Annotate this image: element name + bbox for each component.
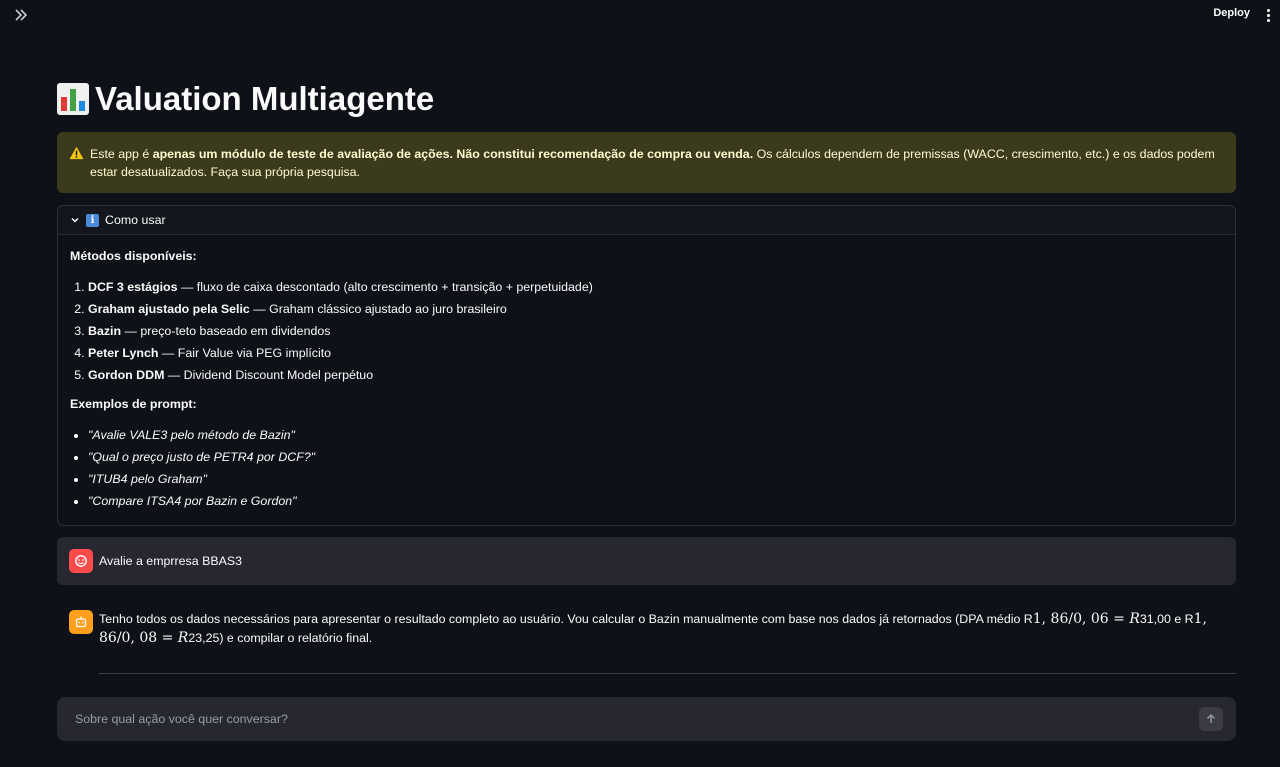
- bot-avatar-icon: [69, 610, 93, 634]
- chat-input[interactable]: [75, 697, 1185, 741]
- send-button[interactable]: [1199, 707, 1223, 731]
- page-title-text: Valuation Multiagente: [95, 80, 435, 117]
- assistant-chat-message: Tenho todos os dados necessários para ap…: [69, 610, 1236, 648]
- method-item: Graham ajustado pela Selic — Graham clás…: [88, 298, 1223, 320]
- main-menu-icon[interactable]: [1262, 7, 1274, 23]
- method-item: Peter Lynch — Fair Value via PEG implíci…: [88, 342, 1223, 364]
- chat-input-container: [57, 697, 1236, 741]
- arrow-up-icon: [1207, 714, 1215, 723]
- warning-text-prefix: Este app é: [90, 147, 153, 161]
- top-bar: Deploy: [0, 0, 1280, 32]
- expand-sidebar-icon[interactable]: [12, 6, 30, 24]
- info-icon: i: [86, 213, 99, 227]
- bot-message-text: Tenho todos os dados necessários para ap…: [99, 611, 1207, 646]
- warning-alert: Este app é apenas um módulo de teste de …: [57, 132, 1236, 193]
- page-title: Valuation Multiagente: [57, 80, 434, 118]
- bar-chart-icon: [57, 83, 89, 115]
- methods-list: DCF 3 estágios — fluxo de caixa desconta…: [70, 276, 1223, 386]
- chevron-down-icon: [71, 217, 79, 223]
- methods-heading: Métodos disponíveis:: [70, 249, 197, 263]
- warning-icon: [69, 146, 84, 160]
- warning-text-bold: apenas um módulo de teste de avaliação d…: [152, 147, 754, 161]
- user-avatar-icon: [69, 549, 93, 573]
- expander-body: Métodos disponíveis: DCF 3 estágios — fl…: [58, 235, 1235, 526]
- example-item: "Compare ITSA4 por Bazin e Gordon": [88, 490, 1223, 512]
- method-item: Gordon DDM — Dividend Discount Model per…: [88, 364, 1223, 386]
- example-item: "ITUB4 pelo Graham": [88, 468, 1223, 490]
- user-message-text: Avalie a emprresa BBAS3: [99, 554, 243, 568]
- how-to-use-expander: i Como usar Métodos disponíveis: DCF 3 e…: [57, 205, 1236, 526]
- example-item: "Avalie VALE3 pelo método de Bazin": [88, 424, 1223, 446]
- expander-label: Como usar: [105, 213, 166, 227]
- divider: [99, 673, 1236, 674]
- expander-header[interactable]: i Como usar: [58, 206, 1235, 235]
- deploy-button[interactable]: Deploy: [1213, 7, 1250, 19]
- method-item: DCF 3 estágios — fluxo de caixa desconta…: [88, 276, 1223, 298]
- examples-list: "Avalie VALE3 pelo método de Bazin" "Qua…: [70, 424, 1223, 512]
- example-item: "Qual o preço justo de PETR4 por DCF?": [88, 446, 1223, 468]
- method-item: Bazin — preço-teto baseado em dividendos: [88, 320, 1223, 342]
- user-chat-message: Avalie a emprresa BBAS3: [57, 537, 1236, 585]
- examples-heading: Exemplos de prompt:: [70, 397, 197, 411]
